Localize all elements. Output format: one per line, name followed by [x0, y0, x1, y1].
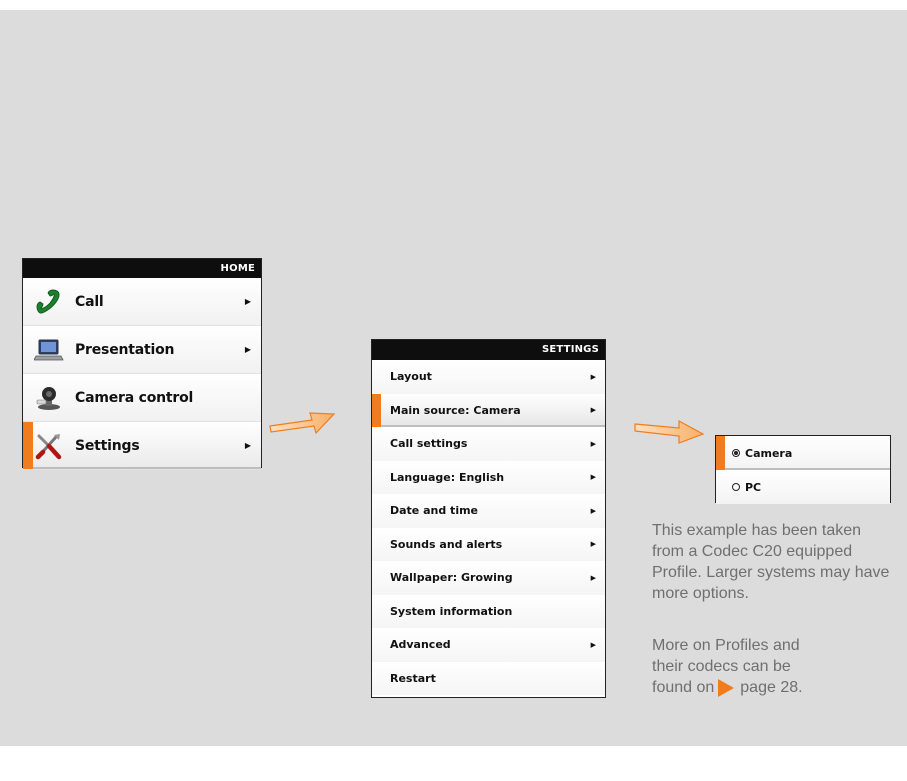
laptop-icon — [23, 337, 75, 363]
source-option-label: PC — [745, 480, 762, 494]
source-option-label: Camera — [745, 446, 793, 460]
settings-item-restart[interactable]: Restart — [372, 661, 605, 695]
home-item-label: Presentation — [75, 341, 175, 358]
settings-item-label: Layout — [390, 370, 432, 384]
caption-line: More on Profiles and — [652, 637, 800, 654]
page-link-text[interactable]: page 28. — [740, 677, 802, 698]
settings-item-date-time[interactable]: Date and time ▶ — [372, 494, 605, 528]
home-item-presentation[interactable]: Presentation ▶ — [23, 326, 261, 374]
caption-reference: More on Profiles and their codecs can be… — [652, 635, 892, 698]
chevron-right-icon: ▶ — [244, 297, 251, 306]
chevron-right-icon: ▶ — [244, 441, 251, 450]
settings-item-label: Main source: Camera — [390, 403, 521, 417]
settings-item-label: Language: English — [390, 470, 505, 484]
caption-line: found on — [652, 679, 715, 696]
phone-icon — [23, 289, 75, 315]
settings-item-language[interactable]: Language: English ▶ — [372, 460, 605, 494]
play-arrow-icon — [718, 678, 735, 697]
home-item-label: Settings — [75, 437, 140, 454]
chevron-right-icon: ▶ — [590, 372, 596, 381]
home-item-settings[interactable]: Settings ▶ — [23, 422, 261, 470]
flow-arrow-icon — [634, 419, 705, 444]
caption-line: their codecs can be — [652, 658, 791, 675]
chevron-right-icon: ▶ — [590, 573, 596, 582]
chevron-right-icon: ▶ — [590, 406, 596, 415]
home-menu-header: HOME — [23, 259, 261, 278]
settings-item-main-source[interactable]: Main source: Camera ▶ — [372, 393, 605, 427]
settings-item-system-information[interactable]: System information — [372, 594, 605, 628]
chevron-right-icon: ▶ — [590, 439, 596, 448]
camera-icon — [23, 385, 75, 411]
home-item-label: Call — [75, 293, 104, 310]
tools-icon — [23, 432, 75, 460]
source-option-pc[interactable]: PC — [716, 470, 890, 504]
caption-note: This example has been taken from a Codec… — [652, 520, 892, 604]
home-item-call[interactable]: Call ▶ — [23, 278, 261, 326]
settings-item-advanced[interactable]: Advanced ▶ — [372, 628, 605, 662]
main-source-menu: Camera PC — [715, 435, 891, 504]
settings-menu-header: SETTINGS — [372, 340, 605, 360]
chevron-right-icon: ▶ — [590, 640, 596, 649]
radio-unchecked-icon — [732, 483, 740, 491]
settings-item-label: System information — [390, 604, 513, 618]
settings-item-label: Sounds and alerts — [390, 537, 503, 551]
settings-item-sounds[interactable]: Sounds and alerts ▶ — [372, 527, 605, 561]
settings-item-wallpaper[interactable]: Wallpaper: Growing ▶ — [372, 561, 605, 595]
page-link[interactable]: found on page 28. — [652, 677, 803, 698]
settings-item-label: Restart — [390, 671, 436, 685]
caption-text: This example has been taken from a Codec… — [652, 522, 890, 602]
settings-item-label: Wallpaper: Growing — [390, 571, 513, 585]
home-menu: HOME Call ▶ Presentation ▶ Camera contro… — [22, 258, 262, 470]
settings-item-label: Date and time — [390, 504, 479, 518]
chevron-right-icon: ▶ — [590, 506, 596, 515]
settings-item-label: Advanced — [390, 638, 451, 652]
source-option-camera[interactable]: Camera — [716, 436, 890, 470]
settings-menu: SETTINGS Layout ▶ Main source: Camera ▶ … — [371, 339, 606, 698]
home-item-camera-control[interactable]: Camera control — [23, 374, 261, 422]
settings-item-layout[interactable]: Layout ▶ — [372, 360, 605, 394]
chevron-right-icon: ▶ — [590, 540, 596, 549]
chevron-right-icon: ▶ — [590, 473, 596, 482]
settings-item-call-settings[interactable]: Call settings ▶ — [372, 427, 605, 461]
radio-checked-icon — [732, 449, 740, 457]
settings-item-label: Call settings — [390, 437, 468, 451]
flow-arrow-icon — [269, 412, 336, 435]
home-item-label: Camera control — [75, 389, 194, 406]
chevron-right-icon: ▶ — [244, 345, 251, 354]
